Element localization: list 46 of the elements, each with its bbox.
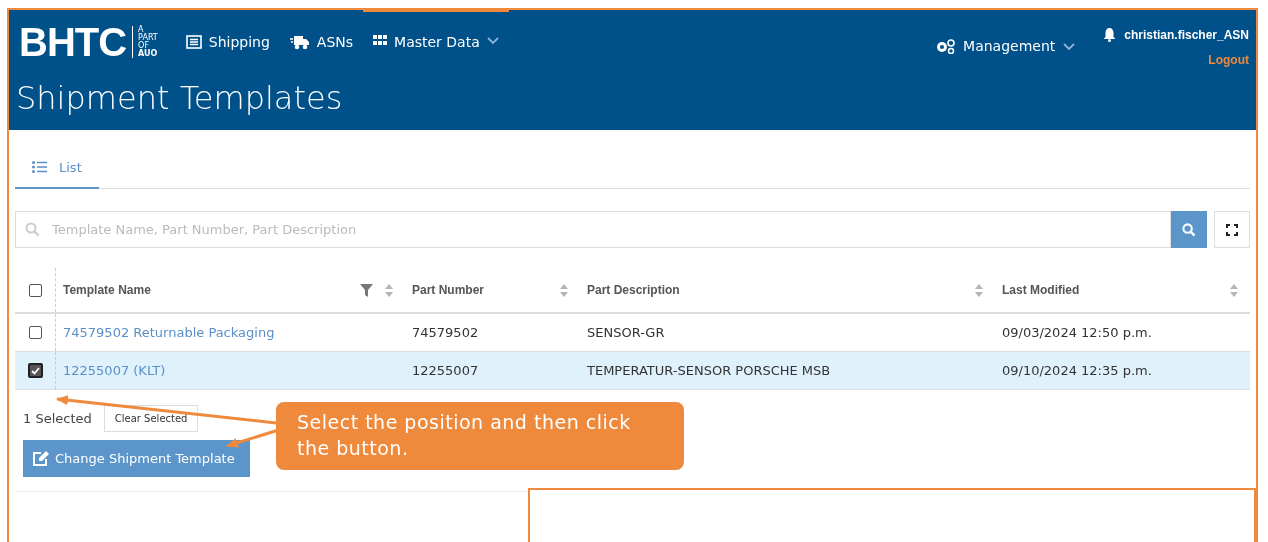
- table-row[interactable]: 12255007 (KLT) 12255007 TEMPERATUR-SENSOR PORSCHE MSB 09/10/2024 12:35 p.m.: [15, 352, 1250, 390]
- search-button[interactable]: [1171, 211, 1207, 248]
- search-icon: [1182, 222, 1196, 237]
- logo-tagline: OF: [138, 42, 150, 50]
- edit-icon: [33, 451, 49, 466]
- logo-tagline: PART: [138, 34, 158, 42]
- table-cell: 09/10/2024 12:35 p.m.: [1002, 362, 1152, 378]
- selected-count: 1 Selected: [23, 409, 92, 428]
- table-cell: SENSOR-GR: [587, 324, 665, 340]
- table-cell: 09/03/2024 12:50 p.m.: [1002, 324, 1152, 340]
- gears-icon: [935, 39, 956, 54]
- checkbox[interactable]: [28, 283, 42, 297]
- management-menu[interactable]: Management: [935, 36, 1076, 57]
- table-cell: TEMPERATUR-SENSOR PORSCHE MSB: [587, 362, 831, 378]
- bell-icon[interactable]: [1103, 28, 1117, 42]
- logo-text: BHTC: [19, 22, 127, 62]
- clear-selected-button[interactable]: Clear Selected: [103, 405, 199, 432]
- fullscreen-button[interactable]: [1214, 211, 1250, 248]
- table-cell: 74579502: [412, 324, 479, 340]
- column-header[interactable]: Template Name: [63, 281, 348, 299]
- user-name: christian.fischer_ASN: [1124, 27, 1249, 44]
- nav-link[interactable]: Master Data: [363, 8, 509, 75]
- search-field[interactable]: Template Name, Part Number, Part Description: [15, 211, 1171, 248]
- filter-icon[interactable]: [360, 283, 373, 297]
- instruction-callout: Select the position and then click the button.: [276, 402, 684, 470]
- table-row[interactable]: 74579502 Returnable Packaging 74579502 SENSOR-GR 09/03/2024 12:50 p.m.: [15, 314, 1250, 352]
- chevron-down-icon: [1063, 42, 1076, 51]
- column-header[interactable]: Last Modified: [1002, 281, 1218, 299]
- checkbox[interactable]: [28, 326, 42, 339]
- checkbox[interactable]: [27, 363, 43, 378]
- search-icon: [25, 222, 40, 237]
- column-header[interactable]: Part Description: [587, 281, 963, 299]
- chevron-down-icon: [486, 37, 499, 45]
- logo-tagline: A: [138, 26, 144, 34]
- grid-icon: [373, 35, 388, 45]
- column-header[interactable]: Part Number: [412, 281, 548, 299]
- nav-link[interactable]: Shipping: [175, 8, 280, 75]
- list-icon: [185, 35, 202, 49]
- list-icon: [32, 161, 47, 174]
- table-cell: 12255007: [412, 362, 479, 378]
- logo-tagline: AUO: [138, 50, 158, 58]
- truck-icon: [289, 35, 310, 50]
- check-icon: [30, 366, 40, 375]
- nav-link[interactable]: ASNs: [279, 8, 364, 75]
- fullscreen-icon: [1226, 223, 1238, 236]
- page-title: Shipment Templates: [16, 78, 344, 118]
